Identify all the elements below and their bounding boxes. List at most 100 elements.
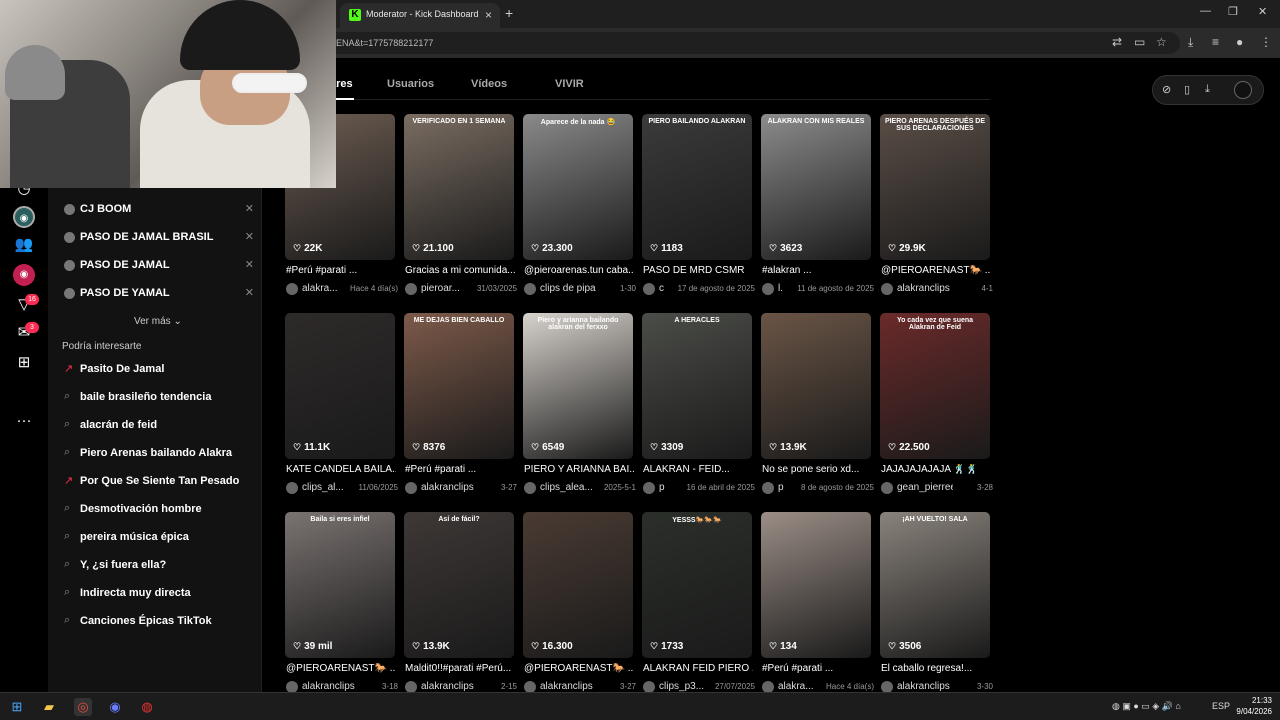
video-caption[interactable]: El caballo regresa!...: [881, 663, 991, 674]
live-avatar[interactable]: ◉: [13, 264, 35, 286]
video-thumbnail[interactable]: PIERO ARENAS DESPUÉS DE SUS DECLARACIONE…: [880, 114, 990, 260]
browser-tab[interactable]: K Moderator - Kick Dashboard ×: [340, 3, 500, 28]
compass-icon[interactable]: ⊘: [1162, 83, 1171, 96]
video-thumbnail[interactable]: PIERO BAILANDO ALAKRAN ♡ 1183: [642, 114, 752, 260]
username[interactable]: p: [659, 482, 665, 493]
video-thumbnail[interactable]: ♡ 134: [761, 512, 871, 658]
suggestion-item[interactable]: ↗ Por Que Se Siente Tan Pesado: [64, 474, 254, 492]
video-thumbnail[interactable]: Así de fácil? ♡ 13.9K: [404, 512, 514, 658]
video-thumbnail[interactable]: ♡ 16.300: [523, 512, 633, 658]
video-card[interactable]: Baila si eres infiel ♡ 39 mil @PIEROARENAST…: [285, 512, 398, 702]
remove-history-button[interactable]: ✕: [245, 286, 254, 299]
username[interactable]: l.: [778, 283, 783, 294]
username[interactable]: alakranclips: [897, 283, 950, 294]
video-card[interactable]: ♡ 16.300 @PIEROARENAST🐎 ... alakranclips 3-2…: [523, 512, 636, 702]
avatar[interactable]: [762, 283, 774, 295]
obs-icon[interactable]: ◍: [138, 698, 156, 716]
discord-icon[interactable]: ◉: [106, 698, 124, 716]
video-card[interactable]: PIERO ARENAS DESPUÉS DE SUS DECLARACIONE…: [880, 114, 993, 304]
avatar[interactable]: [524, 283, 536, 295]
video-caption[interactable]: Maldit0!!#parati #Perú...: [405, 663, 515, 674]
video-card[interactable]: A HERACLES ♡ 3309 ALAKRAN - FEID... p 16 de a…: [642, 313, 755, 503]
video-card[interactable]: YESSS🐎🐎🐎 ♡ 1733 ALAKRAN FEID PIERO ... clips…: [642, 512, 755, 702]
suggestion-item[interactable]: ↗ Pasito De Jamal: [64, 362, 254, 380]
avatar[interactable]: [643, 283, 655, 295]
tab-close-button[interactable]: ×: [485, 8, 492, 22]
video-caption[interactable]: @PIEROARENAST🐎 ...: [524, 663, 634, 674]
playlist-icon[interactable]: ≡: [1212, 35, 1219, 49]
avatar[interactable]: [286, 283, 298, 295]
video-caption[interactable]: @pieroarenas.tun caba...: [524, 265, 634, 276]
suggestion-item[interactable]: ⌕ Y, ¿si fuera ella?: [64, 558, 254, 576]
username[interactable]: p: [778, 482, 784, 493]
avatar[interactable]: [405, 482, 417, 494]
following-icon[interactable]: 👥: [13, 234, 35, 256]
tab-users[interactable]: Usuarios: [387, 78, 434, 90]
phone-icon[interactable]: ▯: [1184, 83, 1190, 96]
video-card[interactable]: Yo cada vez que suena Alakran de Feid ♡ 22…: [880, 313, 993, 503]
tray-icons[interactable]: ◍ ▣ ● ▭ ◈ 🔊 ⌂: [1112, 701, 1181, 712]
menu-kebab-icon[interactable]: ⋮: [1260, 35, 1272, 49]
username[interactable]: gean_pierreee: [897, 482, 953, 493]
file-explorer-icon[interactable]: ▰: [40, 698, 58, 716]
video-caption[interactable]: KATE CANDELA BAILA...: [286, 464, 396, 475]
suggestion-item[interactable]: ⌕ alacrán de feid: [64, 418, 254, 436]
video-thumbnail[interactable]: YESSS🐎🐎🐎 ♡ 1733: [642, 512, 752, 658]
remove-history-button[interactable]: ✕: [245, 202, 254, 215]
video-card[interactable]: ♡ 134 #Perú #parati ... alakra... Hace 4 día…: [761, 512, 874, 702]
username[interactable]: alakranclips: [540, 681, 593, 692]
video-thumbnail[interactable]: ♡ 13.9K: [761, 313, 871, 459]
suggestion-item[interactable]: ⌕ Desmotivación hombre: [64, 502, 254, 520]
username[interactable]: alakranclips: [421, 681, 474, 692]
history-item[interactable]: PASO DE JAMAL BRASIL ✕: [64, 230, 254, 250]
video-caption[interactable]: @PIEROARENAST🐎 ...: [286, 663, 396, 674]
video-caption[interactable]: #Perú #parati ...: [405, 464, 515, 475]
video-thumbnail[interactable]: VERIFICADO EN 1 SEMANA ♡ 21.100: [404, 114, 514, 260]
video-card[interactable]: ALAKRAN CON MIS REALES ♡ 3623 #alakran ... l…: [761, 114, 874, 304]
video-thumbnail[interactable]: ¡AH VUELTO! SALA ♡ 3506: [880, 512, 990, 658]
video-card[interactable]: Piero y arianna bailando alakran del fer…: [523, 313, 636, 503]
see-more-button[interactable]: Ver más ⌄: [134, 316, 182, 327]
video-caption[interactable]: No se pone serio xd...: [762, 464, 872, 475]
tab-videos[interactable]: Vídeos: [471, 78, 507, 90]
language-indicator[interactable]: ESP: [1212, 701, 1230, 711]
username[interactable]: alakranclips: [897, 681, 950, 692]
new-tab-button[interactable]: +: [505, 5, 513, 21]
video-caption[interactable]: PASO DE MRD CSMR: [643, 265, 753, 276]
windows-start-icon[interactable]: ⊞: [8, 698, 26, 716]
username[interactable]: clips de pipa: [540, 283, 596, 294]
avatar[interactable]: [881, 283, 893, 295]
video-card[interactable]: ME DEJAS BIEN CABALLO ♡ 8376 #Perú #parati …: [404, 313, 517, 503]
username[interactable]: alakranclips: [302, 681, 355, 692]
video-card[interactable]: VERIFICADO EN 1 SEMANA ♡ 21.100 Gracias a m…: [404, 114, 517, 304]
video-thumbnail[interactable]: ME DEJAS BIEN CABALLO ♡ 8376: [404, 313, 514, 459]
video-caption[interactable]: #Perú #parati ...: [286, 265, 396, 276]
history-item[interactable]: CJ BOOM ✕: [64, 202, 254, 222]
username[interactable]: clips_alea...: [540, 482, 593, 493]
download-icon[interactable]: ⤓: [1188, 35, 1193, 50]
username[interactable]: alakra...: [778, 681, 814, 692]
video-card[interactable]: PIERO BAILANDO ALAKRAN ♡ 1183 PASO DE MRD C…: [642, 114, 755, 304]
suggestion-item[interactable]: ⌕ Piero Arenas bailando Alakra: [64, 446, 254, 464]
video-thumbnail[interactable]: Aparece de la nada 😂 ♡ 23.300: [523, 114, 633, 260]
suggestion-item[interactable]: ⌕ pereira música épica: [64, 530, 254, 548]
video-caption[interactable]: @PIEROARENAST🐎 ...: [881, 265, 991, 276]
url-input[interactable]: ENA&t=1775788212177: [300, 32, 1180, 54]
video-card[interactable]: Así de fácil? ♡ 13.9K Maldit0!!#parati #Per…: [404, 512, 517, 702]
suggestion-item[interactable]: ⌕ Indirecta muy directa: [64, 586, 254, 604]
username[interactable]: alakra...: [302, 283, 338, 294]
video-caption[interactable]: #Perú #parati ...: [762, 663, 872, 674]
video-thumbnail[interactable]: Yo cada vez que suena Alakran de Feid ♡ 22…: [880, 313, 990, 459]
suggestion-item[interactable]: ⌕ baile brasileño tendencia: [64, 390, 254, 408]
video-card[interactable]: ♡ 13.9K No se pone serio xd... p 8 de agosto…: [761, 313, 874, 503]
video-thumbnail[interactable]: Piero y arianna bailando alakran del fer…: [523, 313, 633, 459]
minimize-button[interactable]: —: [1200, 5, 1211, 17]
video-thumbnail[interactable]: Baila si eres infiel ♡ 39 mil: [285, 512, 395, 658]
translate-icon[interactable]: ⇄: [1112, 35, 1122, 49]
chrome-icon[interactable]: ◎: [74, 698, 92, 716]
download-app-icon[interactable]: ⤓: [1205, 83, 1210, 96]
username[interactable]: clips_p3...: [659, 681, 704, 692]
video-caption[interactable]: Gracias a mi comunida...: [405, 265, 515, 276]
video-caption[interactable]: PIERO Y ARIANNA BAI...: [524, 464, 634, 475]
cast-icon[interactable]: ▭: [1134, 35, 1145, 49]
